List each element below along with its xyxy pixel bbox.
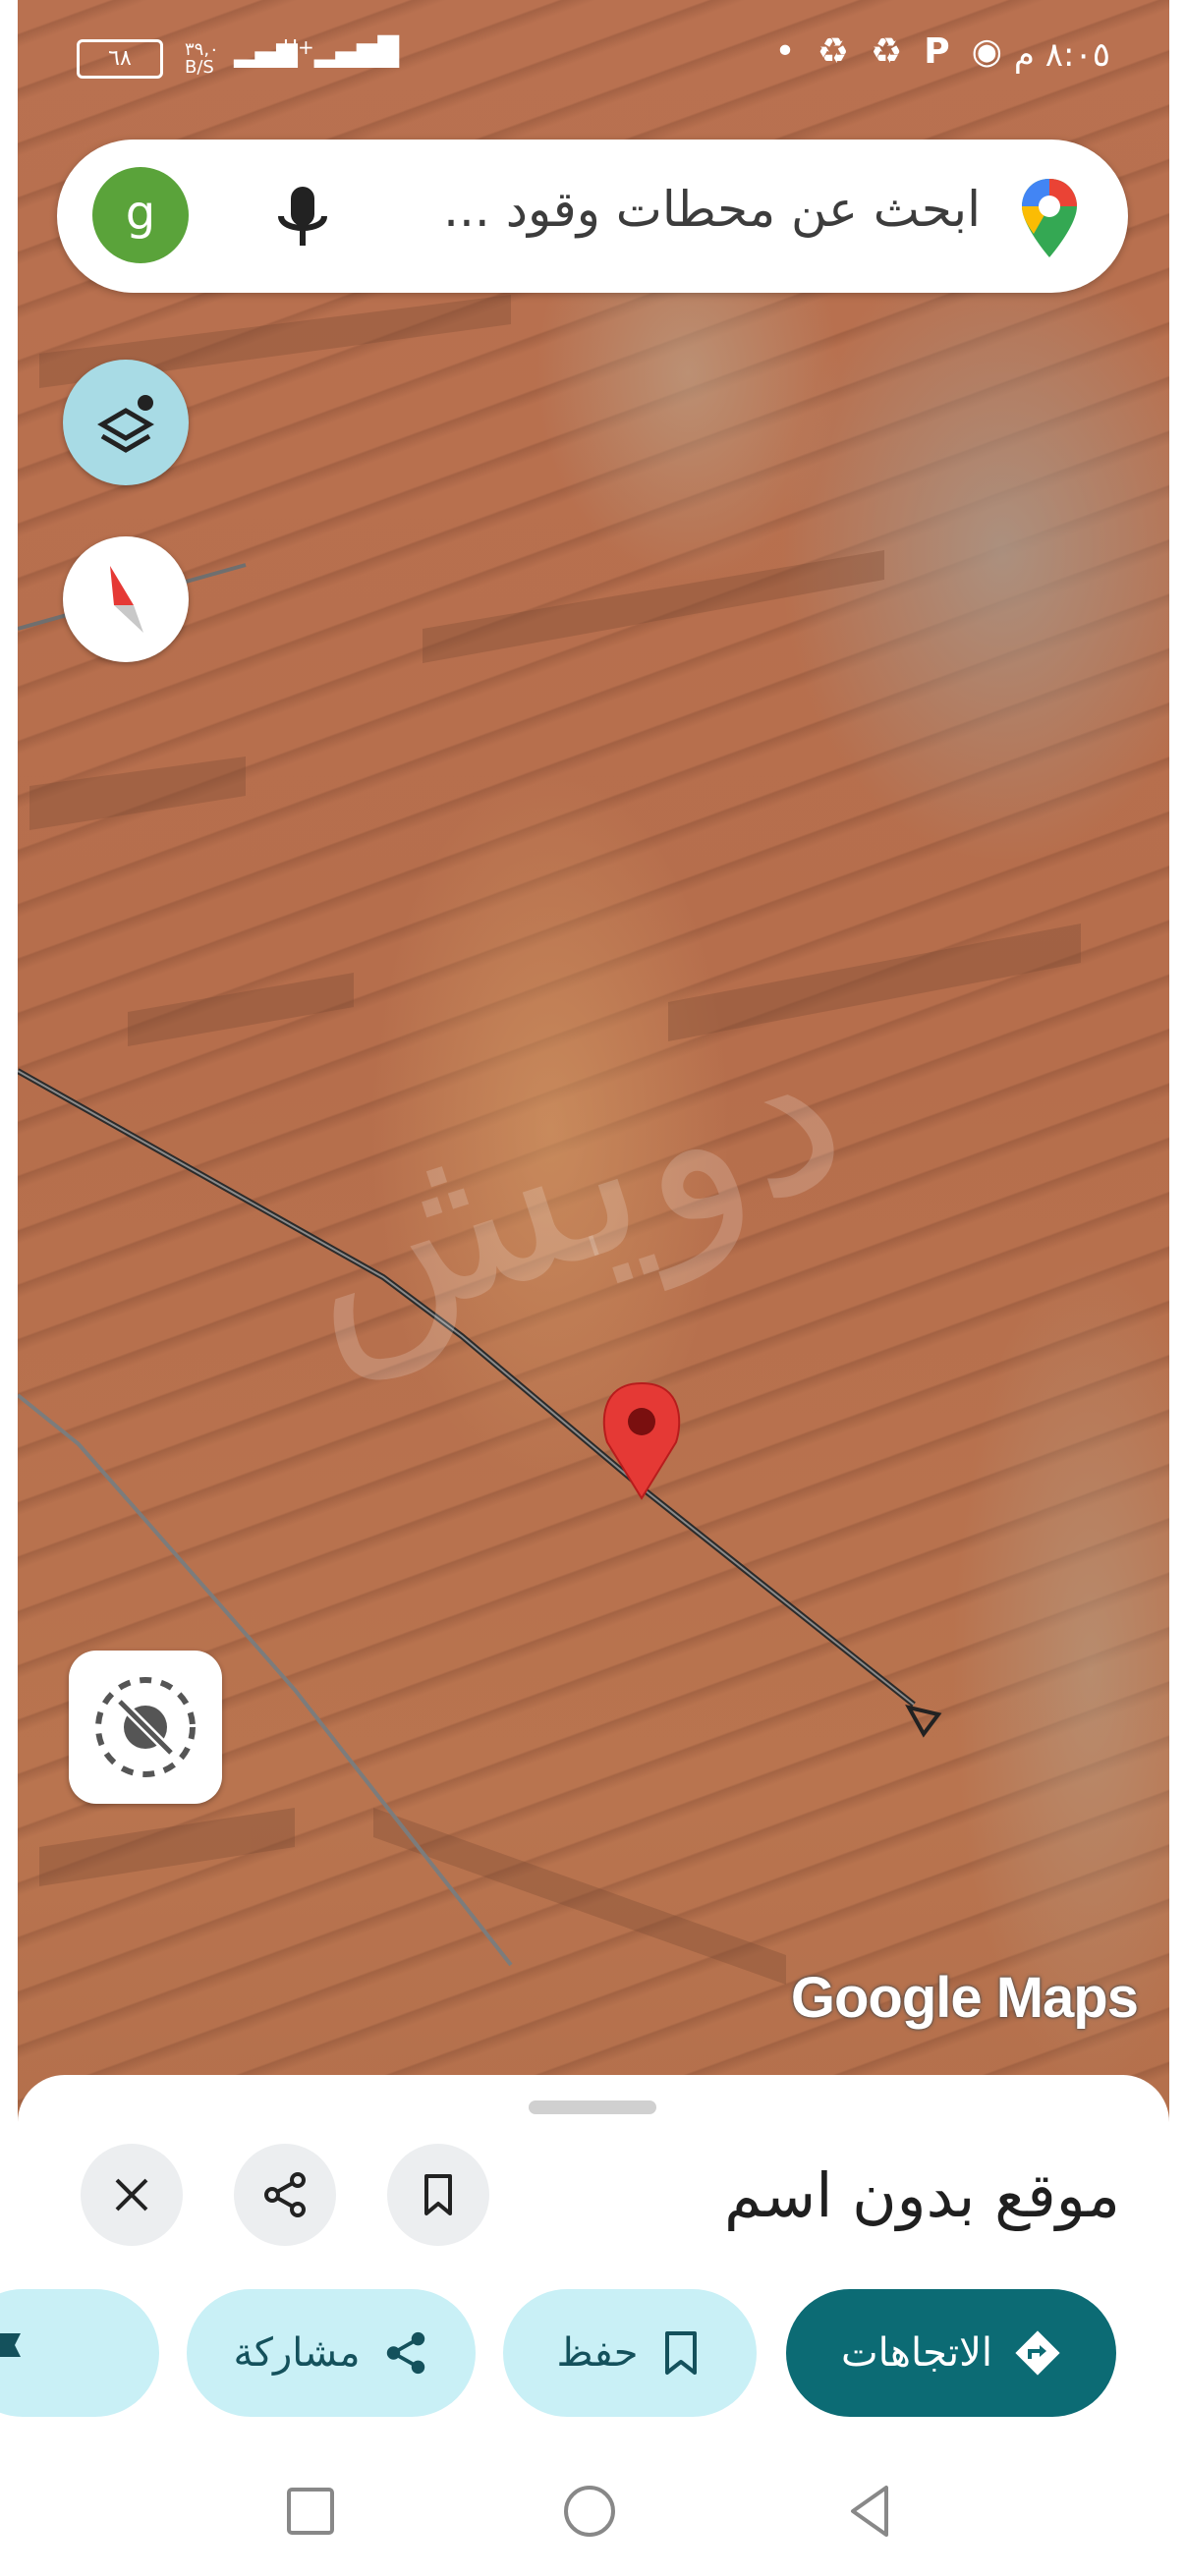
close-button[interactable] bbox=[81, 2144, 183, 2246]
faint-watermark: دويش bbox=[258, 973, 874, 1397]
notification-icons: • ♻ ♻ P ◉ bbox=[774, 31, 1002, 72]
parking-icon: P bbox=[924, 31, 950, 72]
search-input[interactable]: ابحث عن محطات وقود ... bbox=[443, 181, 981, 238]
bookmark-icon bbox=[424, 2174, 452, 2215]
share-label: مشاركة bbox=[233, 2330, 361, 2376]
share-icon bbox=[264, 2172, 306, 2217]
mobile-data-indicator: H+▂▄▆█ bbox=[283, 35, 399, 68]
sheet-drag-handle[interactable] bbox=[529, 2100, 656, 2114]
my-location-button[interactable] bbox=[69, 1651, 222, 1804]
share-icon bbox=[386, 2331, 424, 2375]
dot-icon: • bbox=[774, 31, 796, 72]
label-button[interactable]: إ bbox=[0, 2289, 159, 2417]
compass-icon bbox=[110, 566, 143, 633]
place-title: موقع بدون اسم bbox=[724, 2159, 1120, 2231]
sync-icon: ♻ bbox=[870, 31, 903, 72]
recent-apps-icon[interactable] bbox=[281, 2482, 340, 2541]
screen-edge-left bbox=[0, 0, 18, 2576]
account-avatar[interactable]: g bbox=[92, 167, 189, 263]
search-bar[interactable]: g ابحث عن محطات وقود ... bbox=[57, 140, 1128, 293]
sync-icon: ♻ bbox=[817, 31, 849, 72]
google-maps-watermark: Google Maps bbox=[790, 1966, 1139, 2030]
system-navigation-bar bbox=[18, 2438, 1169, 2576]
location-off-icon bbox=[95, 1677, 196, 1777]
battery-indicator: ٦٨ bbox=[77, 39, 163, 79]
directions-icon bbox=[1015, 2330, 1060, 2376]
microphone-icon[interactable] bbox=[263, 179, 342, 257]
bookmark-icon bbox=[665, 2331, 698, 2375]
close-icon bbox=[115, 2178, 148, 2212]
location-pin-icon bbox=[602, 1381, 681, 1500]
directions-label: الاتجاهات bbox=[841, 2330, 993, 2376]
save-button[interactable]: حفظ bbox=[503, 2289, 757, 2417]
home-icon[interactable] bbox=[560, 2482, 619, 2541]
network-speed-unit: B/S bbox=[185, 57, 214, 78]
network-speed: ٣٩,٠ B/S bbox=[185, 41, 219, 77]
layers-button[interactable] bbox=[63, 360, 189, 485]
share-icon-button[interactable] bbox=[234, 2144, 336, 2246]
save-label: حفظ bbox=[556, 2330, 639, 2376]
share-button[interactable]: مشاركة bbox=[187, 2289, 476, 2417]
compass-button[interactable] bbox=[63, 536, 189, 662]
layers-icon bbox=[97, 395, 154, 453]
flag-icon bbox=[0, 2333, 22, 2357]
directions-button[interactable]: الاتجاهات bbox=[786, 2289, 1116, 2417]
screen-edge-right bbox=[1169, 0, 1185, 2576]
clock: ٨:٠٥ م bbox=[1013, 35, 1110, 75]
google-maps-logo-icon bbox=[1022, 179, 1077, 257]
save-icon-button[interactable] bbox=[387, 2144, 489, 2246]
back-icon[interactable] bbox=[841, 2482, 900, 2541]
status-bar: ٦٨ ٣٩,٠ B/S ▂▄▆ H+▂▄▆█ • ♻ ♻ P ◉ ٨:٠٥ م bbox=[18, 0, 1169, 118]
messenger-icon: ◉ bbox=[971, 31, 1002, 72]
